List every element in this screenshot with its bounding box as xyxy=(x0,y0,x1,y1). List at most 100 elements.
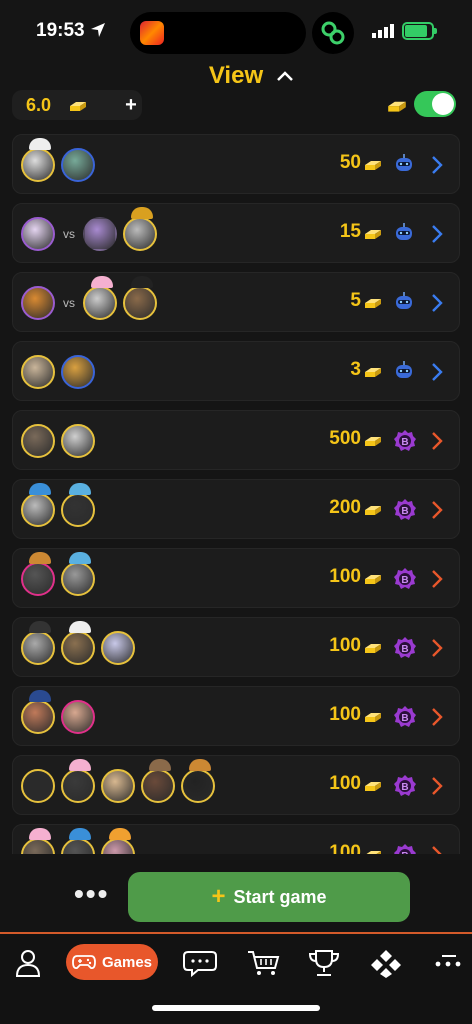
game-row[interactable]: 500 B xyxy=(12,410,460,470)
game-row[interactable]: 200 B xyxy=(12,479,460,539)
avatar-hat-icon xyxy=(29,621,51,633)
game-row[interactable]: 50 xyxy=(12,134,460,194)
tab-games-label: Games xyxy=(101,953,153,971)
chevron-right-icon[interactable] xyxy=(431,431,443,456)
player-avatars xyxy=(21,825,141,854)
chevron-right-icon[interactable] xyxy=(431,569,443,594)
avatar[interactable] xyxy=(21,355,55,389)
avatar[interactable] xyxy=(21,424,55,458)
avatar[interactable] xyxy=(61,700,95,734)
home-indicator xyxy=(152,1005,320,1011)
game-row[interactable]: 100 B xyxy=(12,617,460,677)
avatar[interactable] xyxy=(181,759,215,803)
bitcoin-badge-icon: B xyxy=(393,429,417,458)
game-row[interactable]: vs 5 xyxy=(12,272,460,332)
avatar[interactable] xyxy=(61,828,95,854)
player-avatars xyxy=(21,618,141,678)
gold-bar-icon xyxy=(363,640,383,659)
chevron-up-icon[interactable] xyxy=(276,70,294,82)
avatar[interactable] xyxy=(21,828,55,854)
shop-cart-icon[interactable] xyxy=(244,948,284,978)
trophy-icon[interactable] xyxy=(304,948,344,978)
avatar[interactable] xyxy=(21,286,55,320)
chevron-right-icon[interactable] xyxy=(431,500,443,525)
player-avatars xyxy=(21,687,101,747)
avatar[interactable] xyxy=(61,552,95,596)
gold-bar-icon xyxy=(363,226,383,245)
game-row[interactable]: 3 xyxy=(12,341,460,401)
avatar[interactable] xyxy=(83,217,117,251)
player-avatars xyxy=(21,135,101,195)
battery-icon xyxy=(402,22,437,40)
start-game-button[interactable]: + Start game xyxy=(128,872,410,922)
stake-amount: 100 xyxy=(329,773,361,794)
view-title[interactable]: View xyxy=(209,62,263,90)
avatar[interactable] xyxy=(21,138,55,182)
gold-bar-icon xyxy=(363,709,383,728)
game-list[interactable]: 50 vs 15 vs 5 3 500 B 200 B 100 B 100 B 100 B 100 B 100 B xyxy=(12,134,460,854)
gold-bar-icon xyxy=(363,364,383,383)
balance-pill: 6.0 + xyxy=(12,90,142,120)
player-avatars: vs xyxy=(21,204,163,264)
chevron-right-icon[interactable] xyxy=(431,224,443,249)
chevron-right-icon[interactable] xyxy=(431,707,443,732)
player-avatars xyxy=(21,756,221,816)
avatar[interactable] xyxy=(21,217,55,251)
avatar-hat-icon xyxy=(29,828,51,840)
avatar-hat-icon xyxy=(29,552,51,564)
avatar-hat-icon xyxy=(131,207,153,219)
stake-amount: 50 xyxy=(339,152,361,173)
chevron-right-icon[interactable] xyxy=(431,776,443,801)
stake-amount: 100 xyxy=(329,842,361,854)
robot-icon xyxy=(393,291,415,318)
avatar[interactable] xyxy=(101,631,135,665)
more-menu-icon[interactable] xyxy=(428,948,468,978)
avatar[interactable] xyxy=(83,276,117,320)
avatar[interactable] xyxy=(21,483,55,527)
game-row[interactable]: 100 B xyxy=(12,755,460,815)
tab-games[interactable]: Games xyxy=(66,944,158,980)
game-row[interactable]: vs 15 xyxy=(12,203,460,263)
chevron-right-icon[interactable] xyxy=(431,362,443,387)
avatar[interactable] xyxy=(21,769,55,803)
game-row[interactable]: 100 B xyxy=(12,686,460,746)
avatar[interactable] xyxy=(21,552,55,596)
avatar[interactable] xyxy=(21,621,55,665)
game-row[interactable]: 100 B xyxy=(12,824,460,854)
avatar[interactable] xyxy=(61,483,95,527)
robot-icon xyxy=(393,153,415,180)
gold-filter-toggle[interactable] xyxy=(414,91,456,117)
bitcoin-badge-icon: B xyxy=(393,843,417,854)
avatar[interactable] xyxy=(101,828,135,854)
stake-amount: 500 xyxy=(329,428,361,449)
avatar[interactable] xyxy=(123,276,157,320)
chevron-right-icon[interactable] xyxy=(431,638,443,663)
chevron-right-icon[interactable] xyxy=(431,845,443,854)
avatar[interactable] xyxy=(101,769,135,803)
avatar[interactable] xyxy=(61,355,95,389)
bitcoin-badge-icon: B xyxy=(393,498,417,527)
player-avatars xyxy=(21,411,101,471)
bitcoin-badge-icon: B xyxy=(393,774,417,803)
avatar-hat-icon xyxy=(149,759,171,771)
profile-icon[interactable] xyxy=(8,948,48,978)
avatar[interactable] xyxy=(141,759,175,803)
chevron-right-icon[interactable] xyxy=(431,293,443,318)
plus-icon: + xyxy=(211,883,226,910)
avatar-hat-icon xyxy=(69,759,91,771)
puzzle-grid-icon[interactable] xyxy=(366,948,406,978)
avatar[interactable] xyxy=(61,621,95,665)
robot-icon xyxy=(393,360,415,387)
avatar[interactable] xyxy=(61,424,95,458)
more-options-button[interactable]: ••• xyxy=(74,880,109,908)
chat-icon[interactable] xyxy=(180,948,220,978)
avatar[interactable] xyxy=(123,207,157,251)
avatar[interactable] xyxy=(61,148,95,182)
chevron-right-icon[interactable] xyxy=(431,155,443,180)
game-row[interactable]: 100 B xyxy=(12,548,460,608)
bitcoin-badge-icon: B xyxy=(393,567,417,596)
avatar-hat-icon xyxy=(29,690,51,702)
add-balance-button[interactable]: + xyxy=(120,90,142,120)
avatar[interactable] xyxy=(21,690,55,734)
avatar[interactable] xyxy=(61,759,95,803)
